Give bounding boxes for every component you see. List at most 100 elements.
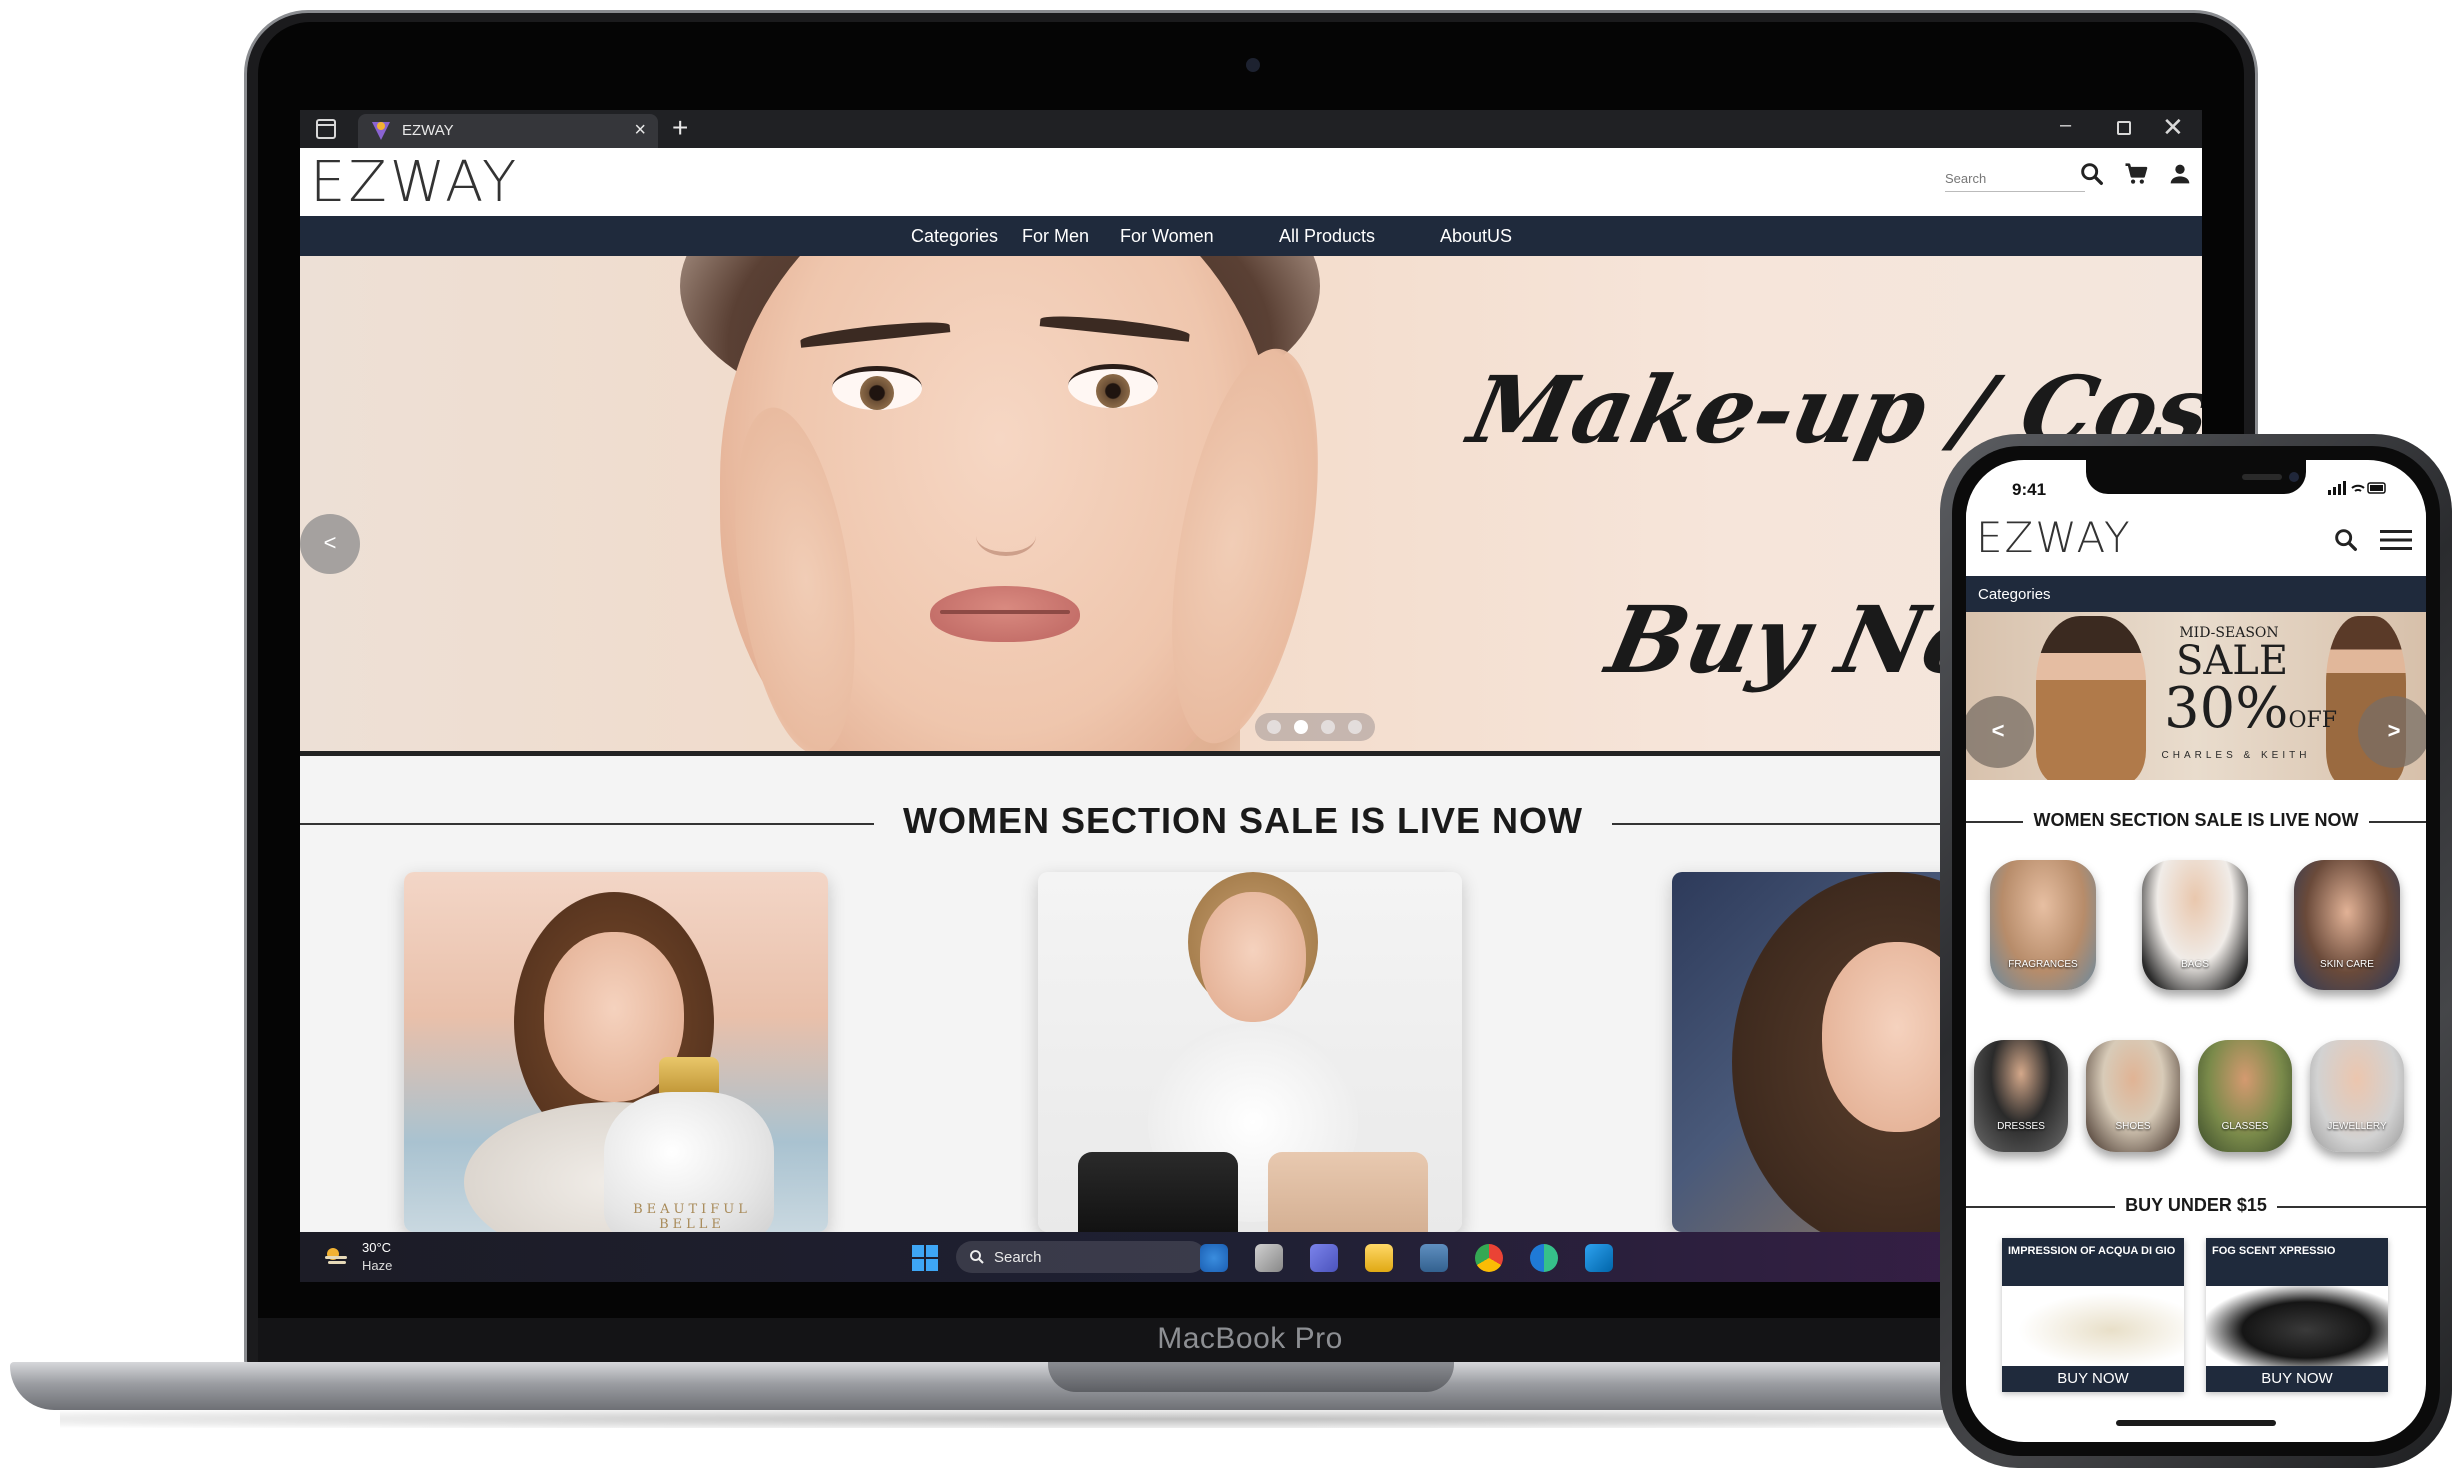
search-icon	[970, 1250, 984, 1264]
laptop-brand-label: MacBook Pro	[1157, 1322, 1343, 1355]
phone-site-logo[interactable]: EZWAY	[1976, 516, 2132, 560]
phone-banner-next-button[interactable]: >	[2358, 696, 2426, 768]
taskbar-search-label: Search	[994, 1249, 1042, 1266]
hero-lips	[930, 586, 1080, 642]
nav-item-for-women[interactable]: For Women	[1120, 226, 1214, 247]
carousel-dot-active[interactable]	[1294, 720, 1308, 734]
taskbar-search[interactable]: Search	[956, 1241, 1206, 1273]
banner-brand-text: CHARLES & KEITH	[2161, 750, 2311, 761]
user-account-icon[interactable]	[2166, 160, 2194, 188]
carousel-dots	[1255, 713, 1375, 741]
device-mockup-stage: MacBook Pro EZWAY × + – ✕ EZWAY Search C…	[0, 0, 2459, 1480]
carousel-dot[interactable]	[1348, 720, 1362, 734]
window-restore-button[interactable]	[2117, 121, 2131, 135]
card-model-face	[1200, 892, 1306, 1022]
search-icon[interactable]	[2332, 526, 2360, 554]
nav-item-for-men[interactable]: For Men	[1022, 226, 1089, 247]
banner-percent-value: 30%	[2164, 676, 2289, 741]
phone-sale-banner: MID-SEASON SALE 30%OFF CHARLES & KEITH <…	[1966, 612, 2426, 780]
phone-section-title: WOMEN SECTION SALE IS LIVE NOW	[1966, 810, 2426, 831]
browser-tab-bar: EZWAY × + – ✕	[300, 110, 2202, 148]
new-tab-button[interactable]: +	[672, 112, 688, 144]
phone-clock: 9:41	[2012, 480, 2047, 499]
hamburger-menu-icon[interactable]	[2380, 528, 2412, 552]
bing-icon[interactable]	[1200, 1244, 1228, 1272]
buy-now-button[interactable]: BUY NOW	[2206, 1366, 2388, 1392]
category-label: SKIN CARE	[2320, 959, 2374, 970]
laptop-camera	[1246, 58, 1260, 72]
phone-screen: 9:41 EZWAY Categories MID-SEASON SALE 30…	[1966, 460, 2426, 1442]
category-tile-dresses[interactable]: DRESSES	[1974, 1040, 2068, 1152]
category-label: JEWELLERY	[2327, 1121, 2387, 1132]
search-icon[interactable]	[2078, 160, 2106, 188]
cart-icon[interactable]	[2122, 160, 2150, 188]
category-tile-bags[interactable]: BAGS	[2142, 860, 2248, 990]
category-tile-fragrances[interactable]: FRAGRANCES	[1990, 860, 2096, 990]
category-label: GLASSES	[2221, 1121, 2269, 1132]
phone-notch	[2086, 460, 2306, 494]
product-tile[interactable]: IMPRESSION OF ACQUA DI GIO BUY NOW	[2002, 1238, 2184, 1392]
section-title: WOMEN SECTION SALE IS LIVE NOW	[874, 800, 1612, 842]
carousel-dot[interactable]	[1267, 720, 1281, 734]
carousel-dot[interactable]	[1321, 720, 1335, 734]
product-name: FOG SCENT XPRESSIO	[2206, 1238, 2388, 1286]
category-tile-glasses[interactable]: GLASSES	[2198, 1040, 2292, 1152]
hero-eye-left	[832, 366, 922, 410]
hero-iris-right	[1096, 374, 1130, 408]
vscode-icon[interactable]	[1585, 1244, 1613, 1272]
category-tile-jewellery[interactable]: JEWELLERY	[2310, 1040, 2404, 1152]
main-nav: Categories For Men For Women All Product…	[300, 216, 2202, 256]
beige-bag	[1268, 1152, 1428, 1232]
edge-icon[interactable]	[1530, 1244, 1558, 1272]
tab-panel-icon[interactable]	[316, 119, 336, 139]
phone-home-indicator[interactable]	[2116, 1420, 2276, 1426]
teams-icon[interactable]	[1310, 1244, 1338, 1272]
category-label: FRAGRANCES	[2008, 959, 2078, 970]
buy-now-button[interactable]: BUY NOW	[2002, 1366, 2184, 1392]
postgres-icon[interactable]	[1420, 1244, 1448, 1272]
weather-haze-icon[interactable]	[322, 1244, 350, 1268]
product-image	[2206, 1286, 2388, 1366]
laptop-hinge-notch	[1048, 1362, 1454, 1392]
category-tile-skin-care[interactable]: SKIN CARE	[2294, 860, 2400, 990]
phone-banner-prev-button[interactable]: <	[1966, 696, 2034, 768]
browser-tab[interactable]: EZWAY ×	[358, 114, 658, 148]
product-tile[interactable]: FOG SCENT XPRESSIO BUY NOW	[2206, 1238, 2388, 1392]
product-card-bags[interactable]	[1038, 872, 1462, 1232]
chrome-icon[interactable]	[1475, 1244, 1503, 1272]
window-minimize-button[interactable]: –	[2060, 114, 2071, 137]
phone-site-header: EZWAY	[1966, 510, 2426, 570]
windows-start-icon[interactable]	[912, 1245, 938, 1271]
tab-close-icon[interactable]: ×	[634, 119, 646, 141]
search-input[interactable]	[1945, 168, 2075, 188]
nav-item-all-products[interactable]: All Products	[1279, 226, 1375, 247]
window-close-button[interactable]: ✕	[2162, 112, 2184, 143]
banner-off-text: OFF	[2288, 708, 2338, 733]
nav-item-categories[interactable]: Categories	[911, 226, 998, 247]
hero-eye-right	[1068, 364, 1158, 408]
hero-iris-left	[860, 376, 894, 410]
hero-prev-button[interactable]: <	[300, 514, 360, 574]
laptop-screen: EZWAY × + – ✕ EZWAY Categories For Men F…	[300, 110, 2202, 1282]
weather-description: Haze	[362, 1258, 393, 1273]
category-label: DRESSES	[1997, 1121, 2045, 1132]
search-box	[1945, 162, 2085, 192]
phone-section-title-text: WOMEN SECTION SALE IS LIVE NOW	[2023, 810, 2369, 830]
weather-temperature: 30°C	[362, 1240, 392, 1255]
task-view-icon[interactable]	[1255, 1244, 1283, 1272]
favicon-icon	[372, 122, 390, 140]
phone-buy-title: BUY UNDER $15	[1966, 1195, 2426, 1216]
hero-nose	[976, 516, 1036, 556]
category-tile-shoes[interactable]: SHOES	[2086, 1040, 2180, 1152]
site-logo[interactable]: EZWAY	[310, 154, 519, 212]
file-explorer-icon[interactable]	[1365, 1244, 1393, 1272]
site-header: EZWAY	[300, 148, 2202, 216]
phone-camera	[2289, 472, 2299, 482]
phone-categories-bar[interactable]: Categories	[1966, 576, 2426, 612]
nav-item-about-us[interactable]: AboutUS	[1440, 226, 1512, 247]
phone-categories-label: Categories	[1978, 586, 2051, 603]
category-label: SHOES	[2115, 1121, 2151, 1132]
hero-carousel: Make-up / Cosmetics Buy Now <	[300, 256, 2202, 756]
product-card-fragrance[interactable]: BEAUTIFUL BELLE	[404, 872, 828, 1232]
tab-title: EZWAY	[402, 122, 454, 139]
